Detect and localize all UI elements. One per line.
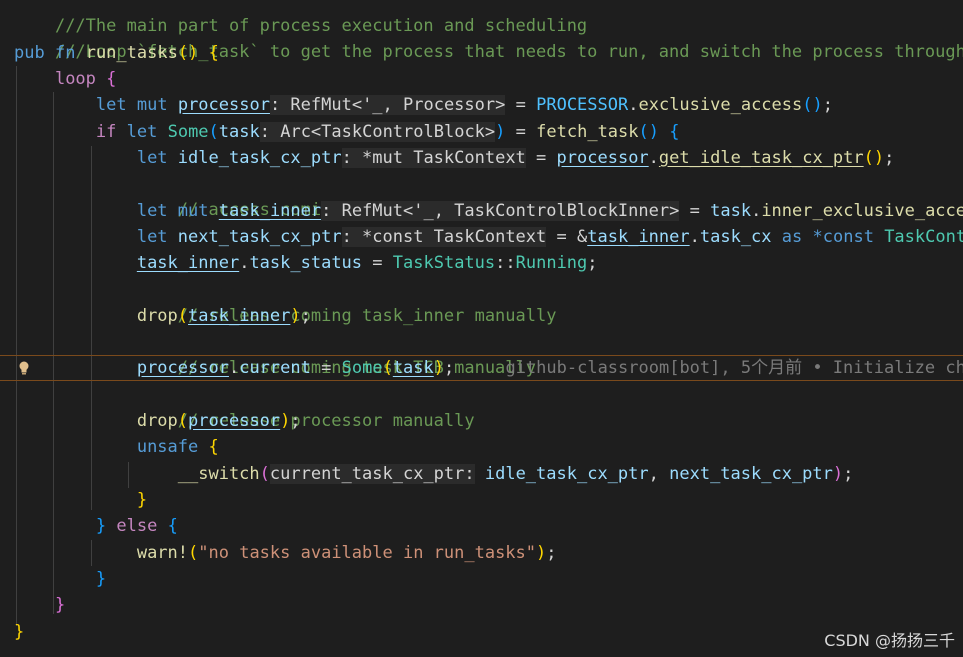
code-editor[interactable]: ///The main part of process execution an… [0,0,963,657]
code-line[interactable]: if let Some(task: Arc<TaskControlBlock>)… [14,119,680,145]
code-line[interactable]: pub fn run_tasks() { [14,40,219,66]
code-line[interactable]: let idle_task_cx_ptr: *mut TaskContext =… [14,145,894,171]
code-line[interactable]: __switch(current_task_cx_ptr: idle_task_… [14,461,853,487]
code-line[interactable]: let next_task_cx_ptr: *const TaskContext… [14,224,963,250]
code-line[interactable]: loop { [14,66,116,92]
watermark: CSDN @扬扬三千 [824,631,955,650]
code-line[interactable]: // release processor manually [14,382,475,431]
code-line[interactable]: } else { [14,513,178,539]
keyword-loop: loop [54,69,96,89]
keyword-fn: fn [54,43,76,63]
code-line[interactable]: // access coming task TCB exclusively [14,171,557,220]
git-blame-annotation[interactable]: github-classroom[bot], 5个月前 • Initialize… [505,358,963,378]
fn-run-tasks: run_tasks [85,43,178,63]
code-line[interactable]: ///Loop `fetch_task` to get the process … [14,13,963,62]
code-line[interactable]: warn!("no tasks available in run_tasks")… [14,540,557,566]
code-line[interactable]: // release coming task TCB manually [14,329,536,378]
code-line[interactable]: drop(task_inner); [14,303,311,329]
code-line[interactable]: unsafe { [14,434,219,460]
code-line-current[interactable]: processor.current = Some(task); github-c… [14,355,963,381]
code-line[interactable]: let mut processor: RefMut<'_, Processor>… [14,92,833,118]
code-line[interactable]: } [14,566,106,592]
code-line[interactable]: ///The main part of process execution an… [14,0,587,36]
keyword-pub: pub [14,43,45,63]
code-line[interactable]: } [14,487,147,513]
code-line[interactable]: let mut task_inner: RefMut<'_, TaskContr… [14,198,963,224]
code-line[interactable]: drop(processor); [14,408,301,434]
code-line[interactable]: // release coming task_inner manually [14,277,557,326]
code-line[interactable]: task_inner.task_status = TaskStatus::Run… [14,250,598,276]
code-line[interactable]: } [14,619,24,645]
code-line[interactable]: } [14,592,65,618]
